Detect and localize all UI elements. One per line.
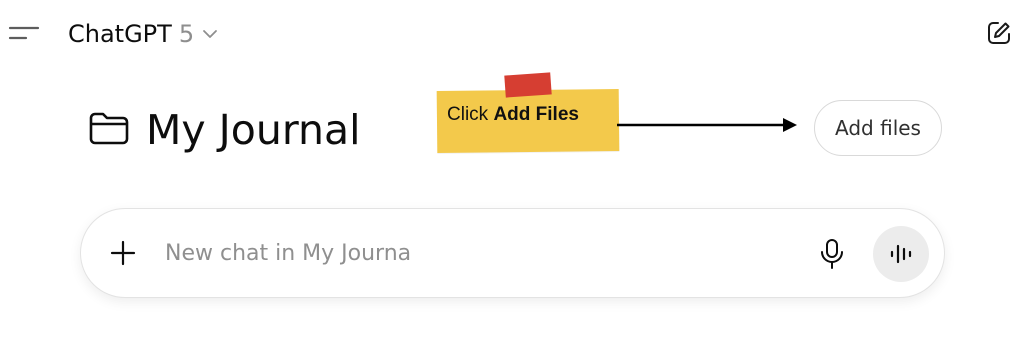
menu-icon[interactable] [8,22,40,44]
annotation-prefix: Click [447,104,489,125]
annotation-text: Click Add Files [447,104,579,126]
folder-icon [88,110,130,146]
tape-decoration [504,72,552,98]
add-files-button[interactable]: Add files [814,100,942,156]
chat-composer [80,208,945,298]
microphone-icon[interactable] [819,238,845,270]
voice-waveform-icon [890,244,912,264]
voice-mode-button[interactable] [873,226,929,282]
annotation-bold: Add Files [493,104,579,125]
chat-input[interactable] [165,233,725,273]
project-title: My Journal [146,106,361,154]
chevron-down-icon [203,30,218,38]
compose-icon[interactable] [986,20,1012,46]
model-version: 5 [178,20,195,48]
model-selector[interactable]: ChatGPT 5 [68,17,218,51]
plus-icon[interactable] [107,237,139,269]
arrow-right-icon [617,116,799,134]
app-name: ChatGPT [68,20,172,48]
